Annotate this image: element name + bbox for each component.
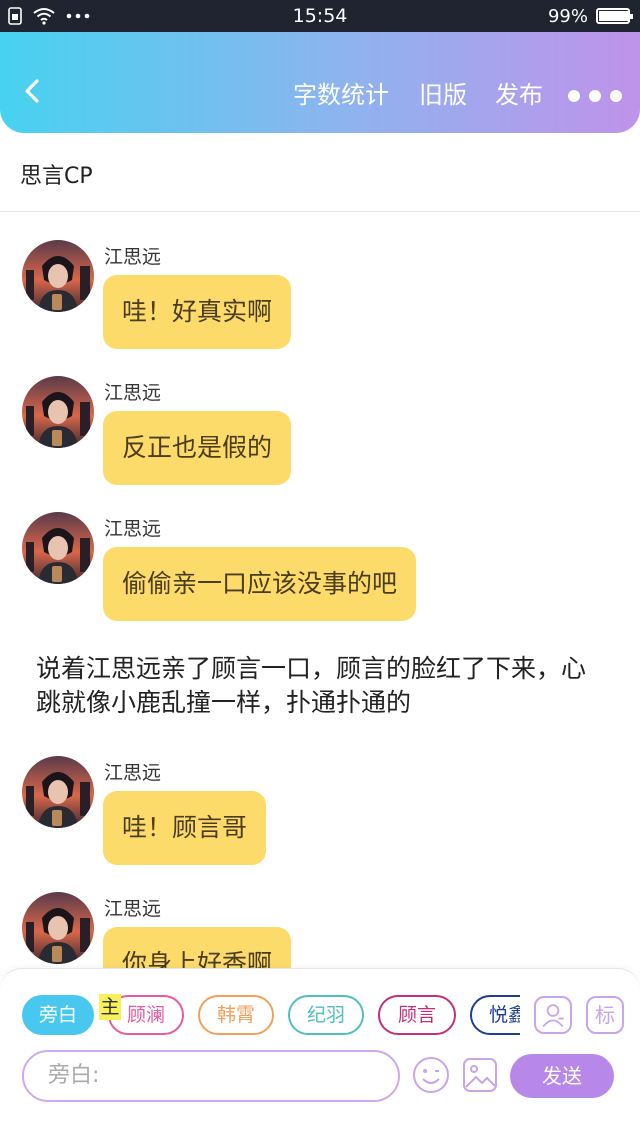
role-chip[interactable]: 纪羽 xyxy=(288,995,364,1035)
message-bubble[interactable]: 哇！顾言哥 xyxy=(103,791,267,865)
status-icons-right: 99% xyxy=(547,4,633,28)
avatar[interactable] xyxy=(22,240,94,312)
add-role-icon[interactable] xyxy=(534,996,572,1034)
editor-header: 字数统计 旧版 发布 xyxy=(0,32,640,133)
emoji-icon[interactable] xyxy=(412,1056,450,1094)
role-chip[interactable]: 悦鑫 xyxy=(470,995,520,1035)
speaker-name: 江思远 xyxy=(104,898,162,920)
more-options-icon[interactable] xyxy=(568,90,622,102)
status-bar: 15:54 99% xyxy=(0,0,640,32)
avatar[interactable] xyxy=(22,376,94,448)
battery-level xyxy=(599,11,629,21)
image-icon[interactable] xyxy=(462,1057,498,1093)
avatar[interactable] xyxy=(22,756,94,828)
role-chip-list[interactable]: 旁白 顾澜 韩霄 纪羽 顾言 悦鑫 xyxy=(0,995,520,1037)
avatar[interactable] xyxy=(22,512,94,584)
narration-text[interactable]: 说着江思远亲了顾言一口，顾言的脸红了下来，心跳就像小鹿乱撞一样，扑通扑通的 xyxy=(36,652,596,720)
old-version-button[interactable]: 旧版 xyxy=(419,80,467,110)
avatar[interactable] xyxy=(22,892,94,964)
mark-button[interactable]: 标 xyxy=(586,996,624,1034)
app-screen: 15:54 99% 字数统计 旧版 发布 思言CP 江思远 哇！好真实啊 江思远… xyxy=(0,0,640,1138)
main-role-tag: 主 xyxy=(99,994,121,1020)
divider xyxy=(0,211,640,212)
role-chip[interactable]: 韩霄 xyxy=(198,995,274,1035)
speaker-name: 江思远 xyxy=(104,246,162,268)
battery-percent: 99% xyxy=(547,5,588,27)
speaker-name: 江思远 xyxy=(104,762,162,784)
clock: 15:54 xyxy=(292,5,348,27)
message-input[interactable]: 旁白: xyxy=(22,1050,400,1102)
role-chip[interactable]: 顾言 xyxy=(378,995,456,1035)
back-icon[interactable] xyxy=(20,78,46,104)
speaker-name: 江思远 xyxy=(104,518,162,540)
role-chip-narrator[interactable]: 旁白 xyxy=(22,995,94,1035)
message-bubble[interactable]: 反正也是假的 xyxy=(103,411,292,485)
word-count-button[interactable]: 字数统计 xyxy=(293,80,389,110)
story-title[interactable]: 思言CP xyxy=(20,158,93,190)
send-button[interactable]: 发送 xyxy=(510,1054,614,1098)
speaker-name: 江思远 xyxy=(104,382,162,404)
message-bubble[interactable]: 偷偷亲一口应该没事的吧 xyxy=(103,547,417,621)
battery-icon xyxy=(596,8,633,24)
message-bubble[interactable]: 哇！好真实啊 xyxy=(103,275,292,349)
publish-button[interactable]: 发布 xyxy=(495,80,543,110)
